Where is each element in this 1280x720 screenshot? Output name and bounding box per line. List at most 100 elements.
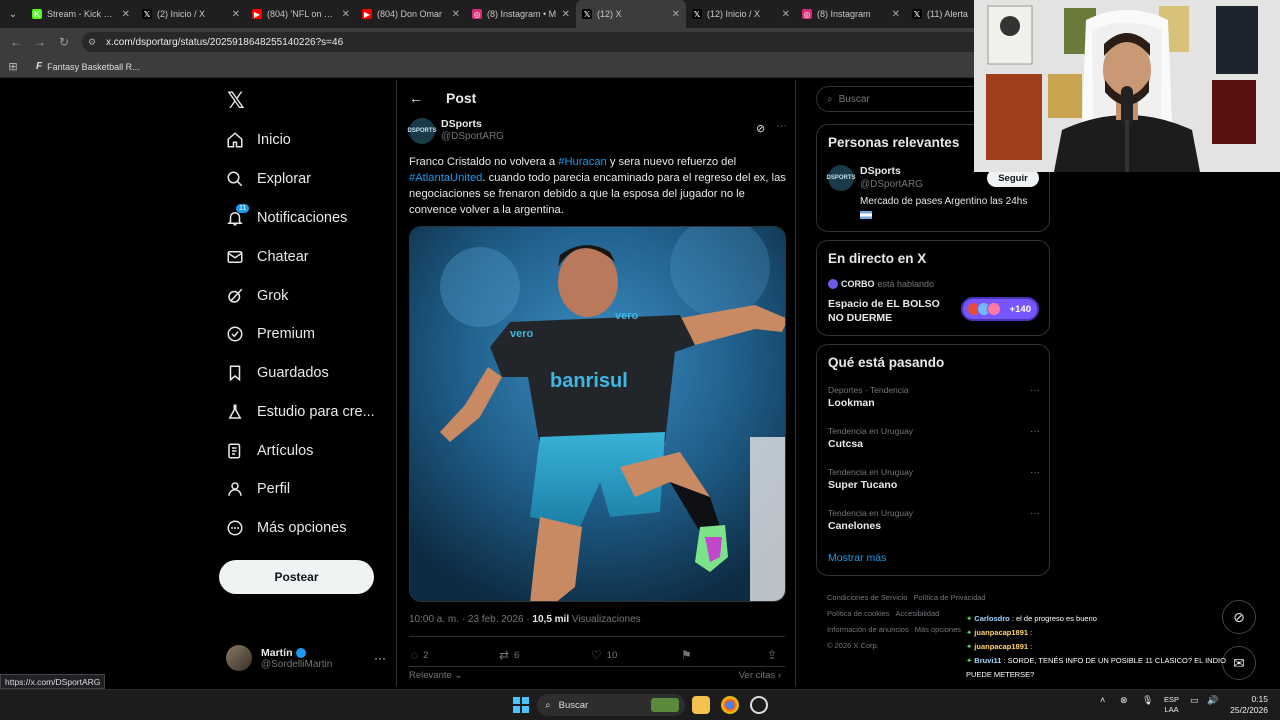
like-button[interactable]: ♡ 10: [591, 648, 617, 662]
tray-display-icon[interactable]: ▭: [1190, 695, 1199, 706]
chat-username[interactable]: Carlosdro: [974, 614, 1009, 623]
chat-username[interactable]: juanpacap1891: [974, 642, 1028, 651]
search-icon: ⌕: [545, 699, 551, 711]
sort-dropdown[interactable]: Relevante ⌄: [409, 670, 462, 681]
avatar[interactable]: DSPORTS: [827, 165, 856, 191]
chat-text: :: [1030, 642, 1033, 651]
close-tab-icon[interactable]: ✕: [892, 9, 900, 20]
author-avatar[interactable]: DSPORTS: [408, 118, 437, 144]
footer-link[interactable]: © 2026 X Corp.: [827, 641, 879, 650]
tray-chevron-icon[interactable]: ˄: [1100, 695, 1105, 705]
browser-tab[interactable]: ◎ (8) Instagram ✕: [796, 0, 906, 28]
x-logo-icon[interactable]: 𝕏: [227, 88, 245, 114]
windows-start-icon[interactable]: [513, 697, 529, 713]
site-info-icon[interactable]: ⚙: [88, 37, 102, 48]
flask-icon: [226, 403, 244, 421]
close-tab-icon[interactable]: ✕: [562, 9, 570, 20]
tray-network-icon[interactable]: ⊗: [1120, 695, 1128, 706]
tray-mic-icon[interactable]: 🎙: [1142, 695, 1153, 706]
taskbar-clock[interactable]: 0:15 25/2/2026: [1222, 694, 1268, 716]
file-explorer-icon[interactable]: [692, 696, 710, 714]
sidebar-item-person[interactable]: Perfil: [226, 475, 290, 503]
bookmark-fantasy-basketball[interactable]: F Fantasy Basketball R...: [36, 61, 140, 72]
trend-item[interactable]: Tendencia en Uruguay Cutcsa ···: [828, 426, 1040, 450]
more-icon[interactable]: ···: [1030, 508, 1040, 519]
relevant-user-name[interactable]: DSports: [860, 165, 901, 177]
more-icon[interactable]: ···: [776, 120, 787, 132]
browser-tab[interactable]: 𝕏 (12) Inicio / X ✕: [686, 0, 796, 28]
forward-arrow-icon[interactable]: →: [28, 35, 52, 49]
post-photo[interactable]: banrisul vero vero: [409, 226, 786, 602]
fantasy-logo-icon: F: [36, 61, 43, 72]
more-icon[interactable]: ···: [1030, 426, 1040, 437]
close-tab-icon[interactable]: ✕: [452, 9, 460, 20]
account-switcher[interactable]: Martín @SordelliMartin ···: [226, 642, 386, 674]
back-arrow-icon[interactable]: ←: [4, 35, 28, 49]
chat-username[interactable]: juanpacap1891: [974, 628, 1028, 637]
sidebar-item-flask[interactable]: Estudio para cre...: [226, 398, 375, 426]
input-language[interactable]: ESP LAA: [1164, 695, 1179, 715]
hashtag-link[interactable]: #AtlantaUnited: [409, 172, 482, 184]
footer-link[interactable]: Condiciones de Servicio: [827, 593, 907, 602]
footer-link[interactable]: Más opciones: [915, 625, 961, 634]
close-tab-icon[interactable]: ✕: [232, 9, 240, 20]
tab-search-button[interactable]: ⌄: [0, 0, 26, 28]
sidebar-item-premium[interactable]: Premium: [226, 320, 315, 348]
back-arrow-icon[interactable]: ←: [409, 90, 423, 106]
apps-grid-icon[interactable]: ⊞: [0, 60, 26, 73]
post-button[interactable]: Postear: [219, 560, 374, 594]
close-tab-icon[interactable]: ✕: [342, 9, 350, 20]
sidebar-item-home[interactable]: Inicio: [226, 126, 291, 154]
footer-link[interactable]: Información de anuncios: [827, 625, 909, 634]
url-field[interactable]: ⚙ x.com/dsportarg/status/202591864825514…: [82, 32, 982, 52]
author-name[interactable]: DSports: [441, 118, 482, 130]
close-tab-icon[interactable]: ✕: [672, 9, 680, 20]
browser-tab[interactable]: 𝕏 (2) Inicio / X ✕: [136, 0, 246, 28]
repost-button[interactable]: ⇄ 6: [499, 648, 519, 662]
browser-tab[interactable]: K Stream - Kick Dash ✕: [26, 0, 136, 28]
reply-button[interactable]: ◌ 2: [411, 648, 428, 662]
more-icon[interactable]: ···: [374, 651, 386, 665]
hashtag-link[interactable]: #Huracan: [558, 156, 607, 168]
close-tab-icon[interactable]: ✕: [782, 9, 790, 20]
sidebar-item-article[interactable]: Artículos: [226, 437, 313, 465]
obs-icon[interactable]: [750, 696, 768, 714]
trend-item[interactable]: Tendencia en Uruguay Super Tucano ···: [828, 467, 1040, 491]
share-button[interactable]: ⇪: [767, 648, 782, 662]
post-timestamp[interactable]: 10:00 a. m. · 23 feb. 2026 ·: [409, 614, 532, 625]
tray-volume-icon[interactable]: 🔊: [1207, 695, 1218, 706]
reload-icon[interactable]: ↻: [52, 35, 76, 49]
show-more-link[interactable]: Mostrar más: [828, 552, 886, 564]
bookmark-button[interactable]: ⚑: [681, 648, 697, 662]
space-title[interactable]: Espacio de EL BOLSO NO DUERME: [828, 297, 958, 325]
more-icon[interactable]: ···: [1030, 467, 1040, 478]
space-listeners-pill[interactable]: +140: [961, 297, 1039, 321]
windows-taskbar: ⌕ Buscar ˄ ⊗ 🎙 ESP LAA ▭ 🔊 0:15 25/2/2026: [0, 689, 1280, 720]
trend-item[interactable]: Deportes · Tendencia Lookman ···: [828, 385, 1040, 409]
sidebar-item-bookmark[interactable]: Guardados: [226, 359, 329, 387]
sidebar-item-bell[interactable]: 11 Notificaciones: [226, 204, 347, 232]
chrome-icon[interactable]: [721, 696, 739, 714]
sidebar-item-grok[interactable]: Grok: [226, 282, 288, 310]
taskbar-search[interactable]: ⌕ Buscar: [537, 694, 685, 716]
sidebar-item-more-circle[interactable]: Más opciones: [226, 514, 346, 542]
browser-tab[interactable]: ▶ (804) 'NFL on FOX' ✕: [246, 0, 356, 28]
close-tab-icon[interactable]: ✕: [122, 9, 130, 20]
browser-tab[interactable]: 𝕏 (12) X ✕: [576, 0, 686, 28]
space-host[interactable]: CORBO está hablando: [828, 279, 934, 289]
grok-explain-icon[interactable]: ⊘: [756, 122, 765, 135]
footer-link[interactable]: Política de Privacidad: [913, 593, 985, 602]
view-quotes-link[interactable]: Ver citas ›: [739, 670, 781, 681]
browser-tab[interactable]: ▶ (804) Don Omar ✕: [356, 0, 466, 28]
relevant-user-handle[interactable]: @DSportARG: [860, 179, 923, 190]
footer-link[interactable]: Política de cookies: [827, 609, 890, 618]
footer-link[interactable]: Accesibilidad: [896, 609, 940, 618]
trend-item[interactable]: Tendencia en Uruguay Canelones ···: [828, 508, 1040, 532]
browser-tab[interactable]: ◎ (8) Instagram • M ✕: [466, 0, 576, 28]
more-icon[interactable]: ···: [1030, 385, 1040, 396]
author-handle[interactable]: @DSportARG: [441, 131, 504, 142]
chat-username[interactable]: Bruvi11: [974, 656, 1001, 665]
sidebar-item-search[interactable]: Explorar: [226, 165, 311, 193]
sidebar-item-mail[interactable]: Chatear: [226, 243, 309, 271]
sidebar-item-label: Grok: [257, 288, 289, 304]
